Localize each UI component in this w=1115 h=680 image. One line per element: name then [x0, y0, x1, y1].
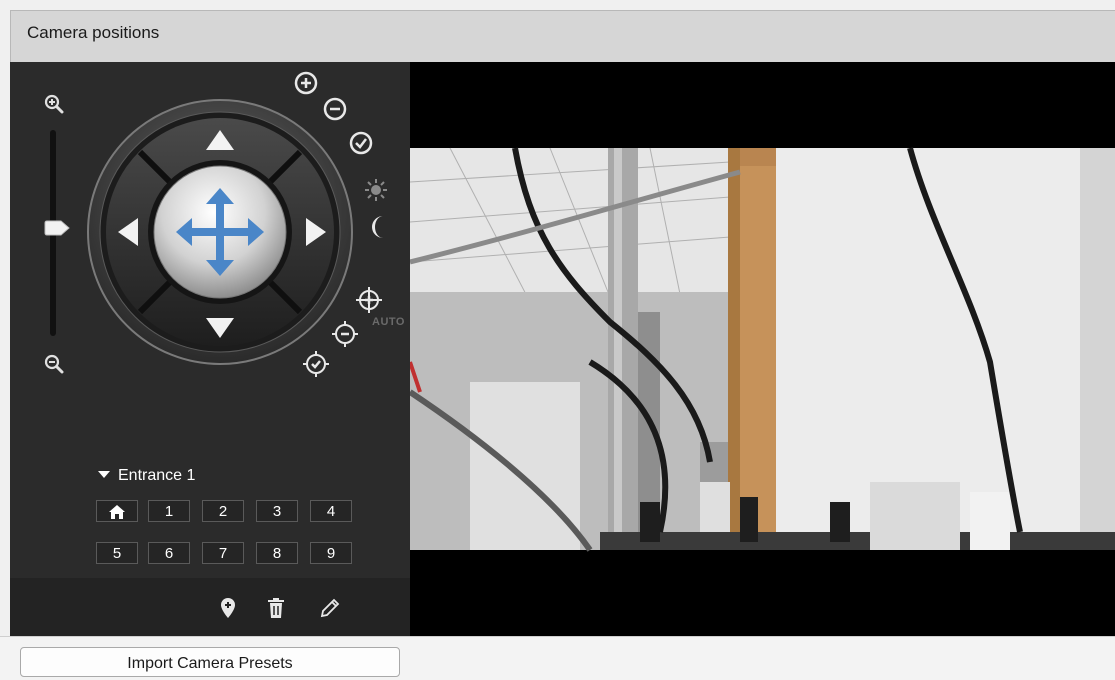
delete-icon[interactable]	[268, 598, 284, 618]
home-icon	[109, 505, 125, 519]
zoom-in-icon[interactable]	[44, 94, 64, 114]
edit-icon[interactable]	[320, 598, 340, 618]
panel-header: Camera positions	[10, 10, 1115, 62]
focus-plus-icon[interactable]	[355, 286, 383, 314]
focus-confirm-icon[interactable]	[302, 350, 330, 378]
focus-minus-icon[interactable]	[331, 320, 359, 348]
preset-button-7[interactable]: 7	[202, 542, 244, 564]
preset-group-name[interactable]: Entrance 1	[118, 467, 195, 485]
zoom-out-icon[interactable]	[44, 354, 64, 374]
brightness-icon[interactable]	[364, 178, 388, 202]
zoom-confirm-icon[interactable]	[348, 130, 374, 156]
camera-image	[410, 62, 1115, 636]
zoom-plus-icon[interactable]	[293, 70, 319, 96]
preset-button-1[interactable]: 1	[148, 500, 190, 522]
preset-button-9[interactable]: 9	[310, 542, 352, 564]
ptz-control-panel: AUTO Entrance 1 1 2 3 4 5 6 7 8 9	[10, 62, 410, 636]
import-camera-presets-button[interactable]: Import Camera Presets	[20, 647, 400, 677]
add-location-icon[interactable]	[221, 598, 235, 618]
preset-button-6[interactable]: 6	[148, 542, 190, 564]
preset-button-2[interactable]: 2	[202, 500, 244, 522]
preset-button-3[interactable]: 3	[256, 500, 298, 522]
auto-mode-label[interactable]: AUTO	[372, 316, 405, 328]
panel-title: Camera positions	[27, 23, 160, 42]
preset-toolbar	[10, 578, 410, 636]
preset-button-4[interactable]: 4	[310, 500, 352, 522]
preset-button-8[interactable]: 8	[256, 542, 298, 564]
preset-home-button[interactable]	[96, 500, 138, 522]
camera-video-feed[interactable]	[410, 62, 1115, 636]
preset-button-5[interactable]: 5	[96, 542, 138, 564]
collapse-caret-icon[interactable]	[98, 471, 110, 479]
night-mode-icon[interactable]	[368, 214, 390, 240]
zoom-minus-icon[interactable]	[322, 96, 348, 122]
direction-pad[interactable]	[80, 92, 360, 372]
zoom-slider-handle[interactable]	[43, 220, 71, 236]
